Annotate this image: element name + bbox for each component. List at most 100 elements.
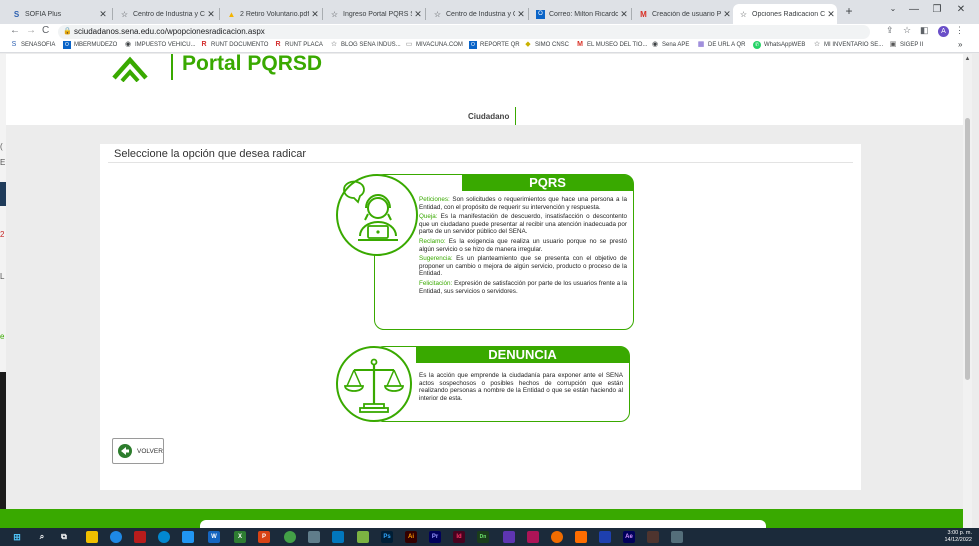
- app-slate-icon[interactable]: [671, 531, 683, 543]
- side-panel-icon[interactable]: ◧: [920, 25, 929, 36]
- gmail-icon: M: [577, 41, 583, 48]
- illustrator-icon[interactable]: Ai: [405, 531, 417, 543]
- bookmark-url-a-qr[interactable]: ▦ DE URL A QR: [697, 41, 746, 49]
- app-lime-icon[interactable]: [357, 531, 369, 543]
- bookmark-mi-inventario[interactable]: ☆ MI INVENTARIO SE...: [813, 41, 883, 49]
- scroll-up-icon[interactable]: ▲: [963, 56, 972, 62]
- bookmark-mbermudezo[interactable]: O MBERMUDEZO: [63, 41, 117, 49]
- logo-divider: [171, 54, 173, 80]
- close-tab-icon[interactable]: ✕: [721, 9, 733, 20]
- item-key: Queja:: [419, 213, 438, 221]
- bookmark-mivacuna[interactable]: ▭ MIVACUNA.COM: [405, 41, 463, 49]
- tab-opciones-radicacion[interactable]: ☆ Opciones Radicacion Ciud ✕: [733, 4, 837, 24]
- left-strip-mark: (: [0, 142, 3, 151]
- globe-icon: ◉: [124, 41, 132, 48]
- close-tab-icon[interactable]: ✕: [97, 9, 109, 20]
- task-view-icon[interactable]: ⧉: [58, 531, 70, 543]
- edge-icon[interactable]: [158, 531, 170, 543]
- dimension-icon[interactable]: Dn: [477, 531, 489, 543]
- bookmark-blog-sena[interactable]: ☆ BLOG SENA INDUS...: [330, 41, 401, 49]
- tab-sofia-plus[interactable]: S SOFIA Plus ✕: [6, 4, 109, 24]
- close-tab-icon[interactable]: ✕: [515, 9, 527, 20]
- navigation-bar: ← → C 🔒 sciudadanos.sena.edu.co/wpopcion…: [0, 24, 979, 40]
- excel-icon[interactable]: X: [234, 531, 246, 543]
- bookmark-label: REPORTE QR: [480, 42, 520, 48]
- app-red-icon[interactable]: [134, 531, 146, 543]
- bookmark-museo-del-tio[interactable]: M EL MUSEO DEL TIO...: [576, 41, 647, 49]
- tab-centro-industria-2[interactable]: ☆ Centro de Industria y Cons ✕: [427, 4, 527, 24]
- tab-correo[interactable]: O Correo: Milton Ricardo Bo ✕: [530, 4, 630, 24]
- denuncia-icon-circle: [336, 346, 412, 422]
- denuncia-option[interactable]: DENUNCIA Es la acción que emprende la ci…: [336, 346, 634, 424]
- indesign-icon[interactable]: Id: [453, 531, 465, 543]
- left-strip-mark: e: [0, 332, 5, 341]
- bookmark-sigep[interactable]: ▣ SIGEP II: [889, 41, 924, 49]
- tab-ciudadano[interactable]: Ciudadano: [468, 112, 509, 121]
- scrollbar-thumb[interactable]: [965, 118, 970, 380]
- new-tab-button[interactable]: +: [838, 4, 860, 18]
- left-strip-mark: 2: [0, 230, 5, 239]
- close-window-button[interactable]: ✕: [950, 4, 972, 15]
- app-purple-icon[interactable]: [503, 531, 515, 543]
- system-clock[interactable]: 3:00 p. m. 14/12/2022: [938, 530, 972, 544]
- app-magenta-icon[interactable]: [527, 531, 539, 543]
- store-icon[interactable]: [182, 531, 194, 543]
- bookmark-label: SENASOFIA: [21, 42, 56, 48]
- share-icon[interactable]: ⇪: [886, 25, 894, 36]
- app-orange-icon[interactable]: [551, 531, 563, 543]
- pqrs-item-reclamo: Reclamo: Es la exigencia que realiza un …: [419, 238, 627, 253]
- back-button-label: VOLVER: [137, 447, 163, 455]
- pqrs-item-queja: Queja: Es la manifestación de descuerdo,…: [419, 213, 627, 236]
- file-explorer-icon[interactable]: [86, 531, 98, 543]
- search-icon[interactable]: ⌕: [36, 531, 48, 543]
- close-tab-icon[interactable]: ✕: [309, 9, 321, 20]
- back-circle-icon: [118, 444, 132, 458]
- firefox-icon[interactable]: [575, 531, 587, 543]
- powerpoint-icon[interactable]: P: [258, 531, 270, 543]
- close-tab-icon[interactable]: ✕: [412, 9, 424, 20]
- close-tab-icon[interactable]: ✕: [205, 9, 217, 20]
- bookmark-runt-documento[interactable]: R RUNT DOCUMENTO: [200, 41, 268, 49]
- photoshop-icon[interactable]: Ps: [381, 531, 393, 543]
- url-text: sciudadanos.sena.edu.co/wpopcionesradica…: [74, 27, 265, 36]
- maximize-button[interactable]: ❐: [926, 4, 948, 15]
- bookmark-reporte-qr[interactable]: O REPORTE QR: [469, 41, 520, 49]
- word-icon[interactable]: W: [208, 531, 220, 543]
- menu-icon[interactable]: ⋮: [955, 25, 964, 36]
- reload-icon[interactable]: C: [42, 25, 49, 36]
- profile-avatar[interactable]: A: [938, 26, 949, 37]
- address-bar[interactable]: 🔒 sciudadanos.sena.edu.co/wpopcionesradi…: [58, 25, 870, 39]
- bookmarks-overflow-button[interactable]: »: [958, 40, 962, 49]
- chrome-icon[interactable]: [110, 531, 122, 543]
- app-green-icon[interactable]: [284, 531, 296, 543]
- premiere-icon[interactable]: Pr: [429, 531, 441, 543]
- app-gray-icon[interactable]: [308, 531, 320, 543]
- bookmark-runt-placa[interactable]: R RUNT PLACA: [274, 41, 322, 49]
- back-arrow-icon[interactable]: ←: [10, 25, 20, 36]
- bookmark-impuesto-vehicular[interactable]: ◉ IMPUESTO VEHICU...: [124, 41, 196, 49]
- close-tab-icon[interactable]: ✕: [825, 9, 837, 20]
- close-tab-icon[interactable]: ✕: [618, 9, 630, 20]
- tab-creacion-usuario[interactable]: M Creación de usuario PQRS ✕: [633, 4, 733, 24]
- app-blue-icon[interactable]: [332, 531, 344, 543]
- bookmark-whatsapp[interactable]: ✆ WhatsAppWEB: [753, 41, 805, 49]
- bookmark-star-icon[interactable]: ☆: [903, 25, 911, 36]
- forward-arrow-icon[interactable]: →: [26, 25, 36, 36]
- windows-start-icon[interactable]: ⊞: [11, 531, 23, 543]
- tab-search-icon[interactable]: ⌄: [882, 4, 904, 13]
- left-strip-mark: L: [0, 272, 5, 281]
- tab-ingreso-pqrs[interactable]: ☆ Ingreso Portal PQRS Sena ✕: [324, 4, 424, 24]
- minimize-button[interactable]: —: [903, 4, 925, 15]
- back-button[interactable]: VOLVER: [112, 438, 164, 464]
- pqrs-title: PQRS: [462, 175, 633, 191]
- tab-centro-industria-1[interactable]: ☆ Centro de Industria y Cons ✕: [114, 4, 217, 24]
- after-effects-icon[interactable]: Ae: [623, 531, 635, 543]
- tab-retiro-voluntario[interactable]: ▲ 2 Retiro Voluntario.pdf ✕: [221, 4, 321, 24]
- bookmark-simo-cnsc[interactable]: ◆ SIMO CNSC: [524, 41, 569, 49]
- bookmark-sena-ape[interactable]: ◉ Sena APE: [651, 41, 689, 49]
- bookmark-senasofia[interactable]: S SENASOFIA: [10, 41, 56, 49]
- pqrs-option[interactable]: PQRS Peticiones: Son solicitudes o reque…: [336, 174, 634, 332]
- pqrs-icon-circle: [336, 174, 418, 256]
- app-brown-icon[interactable]: [647, 531, 659, 543]
